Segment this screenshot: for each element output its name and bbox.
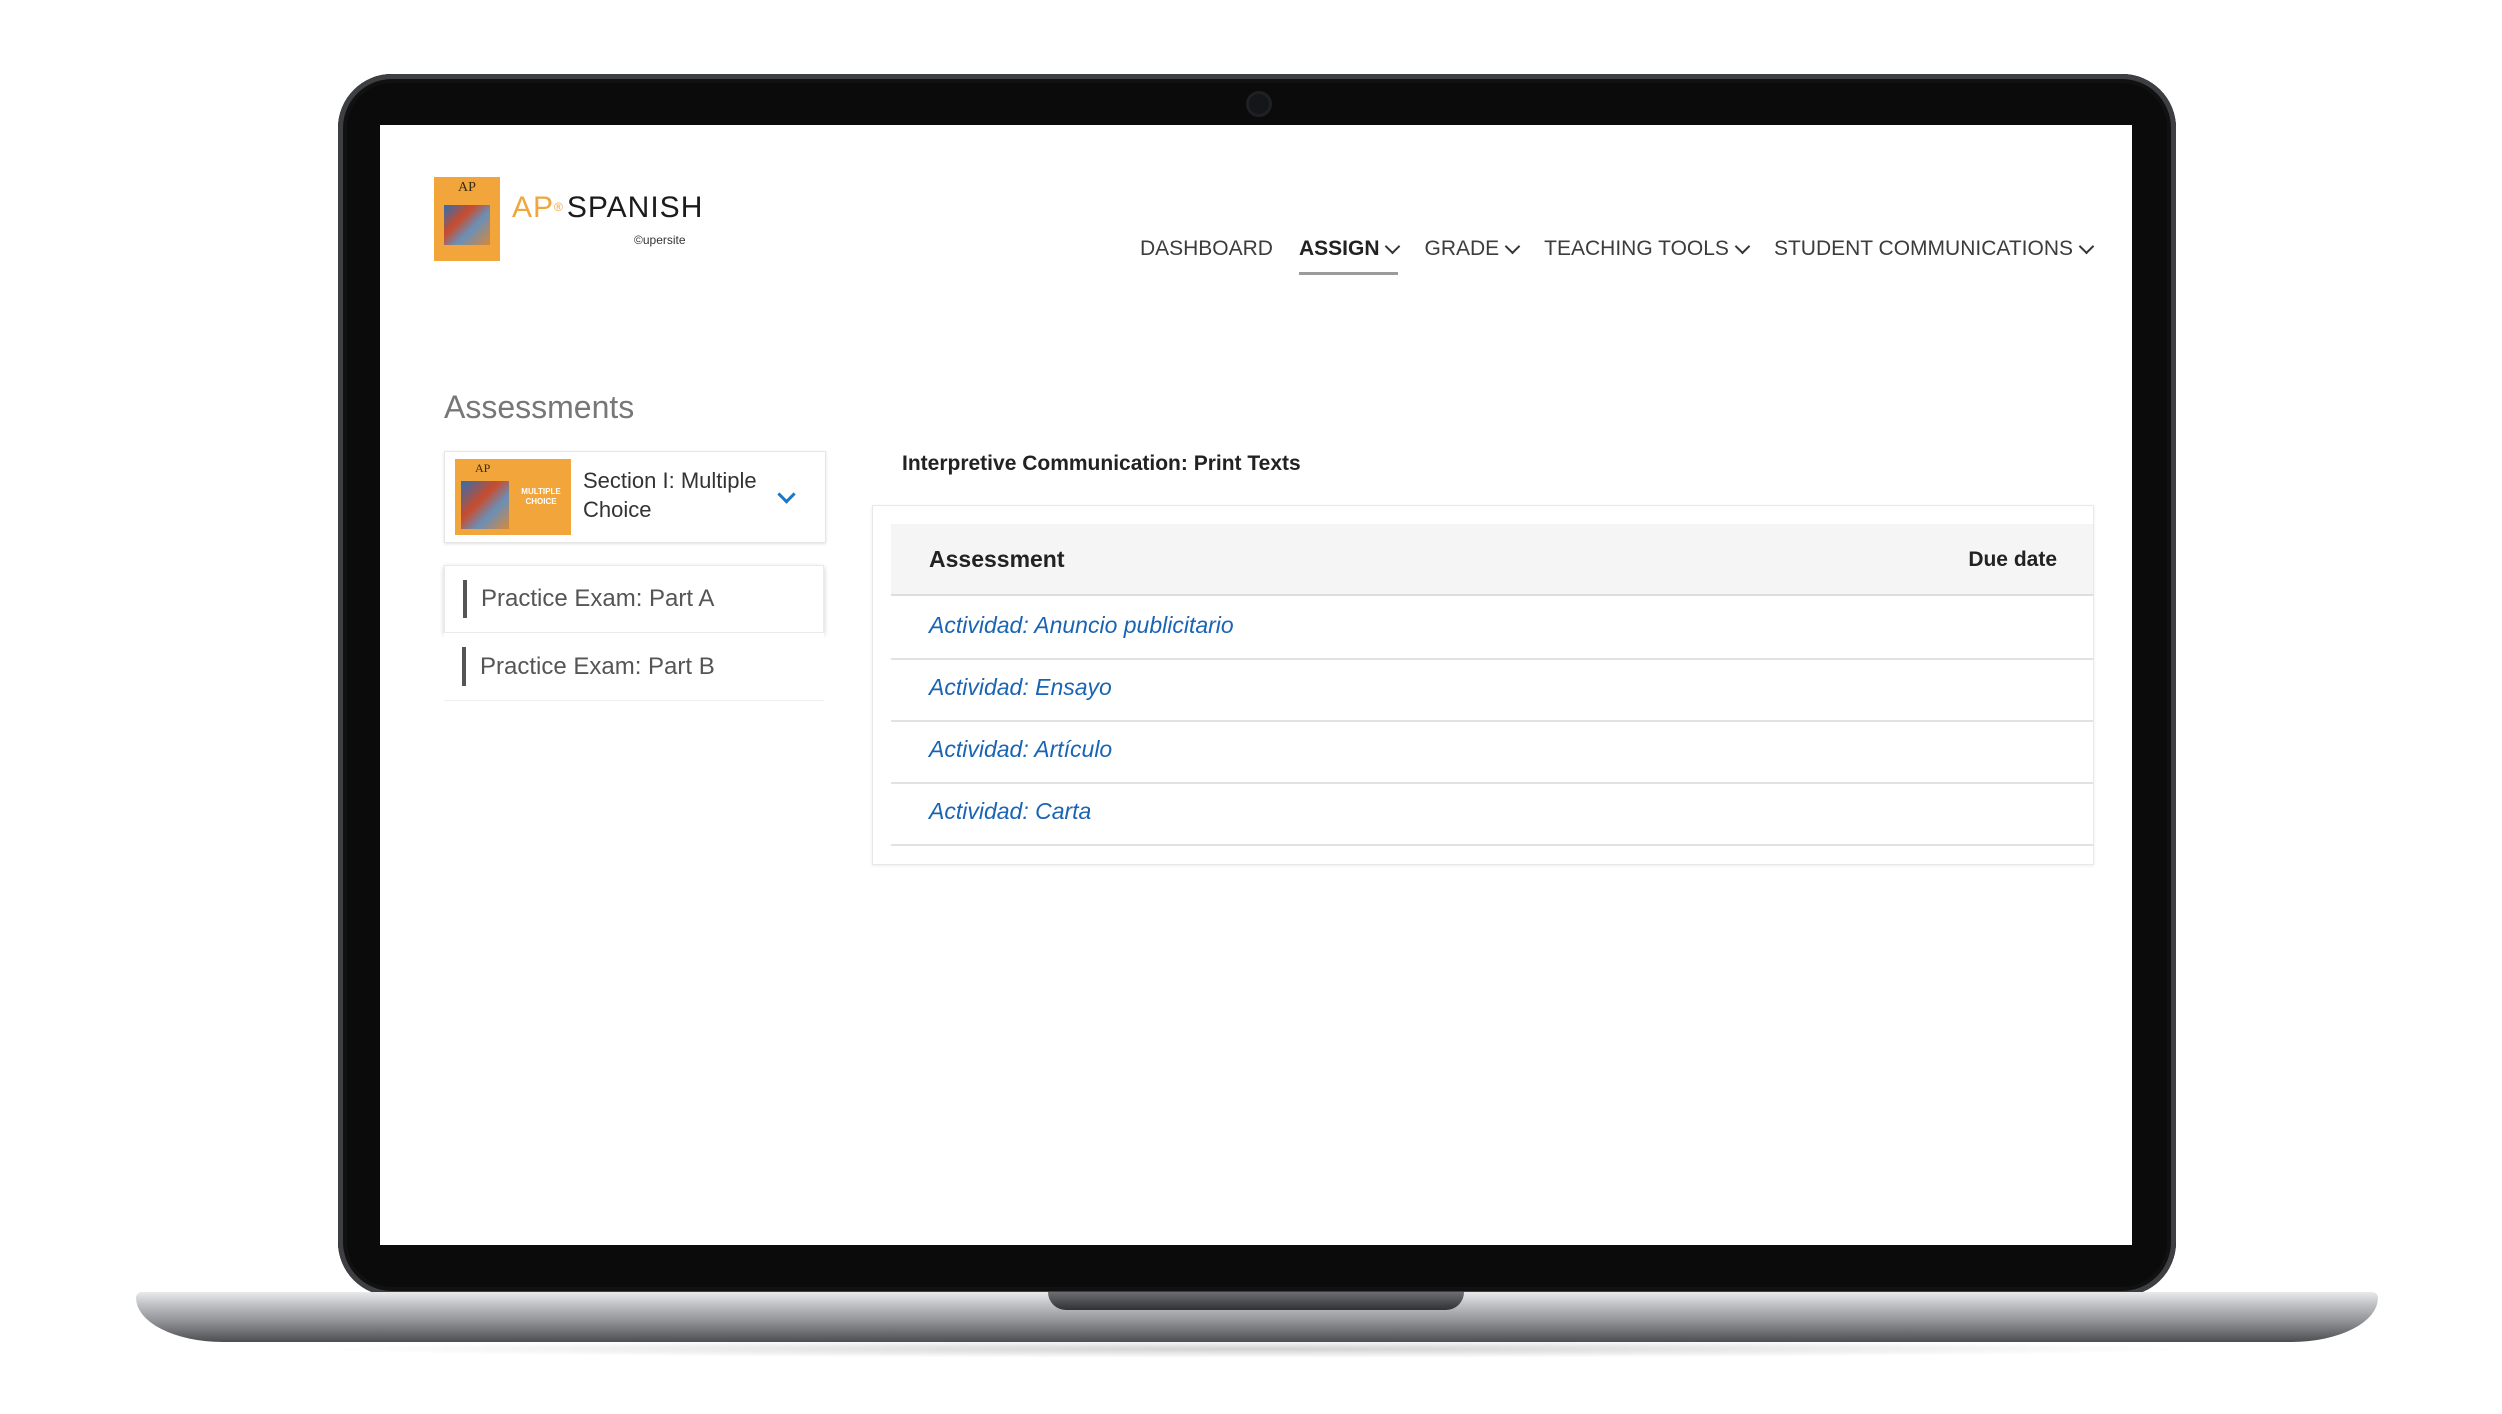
assessment-link[interactable]: Actividad: Artículo (929, 736, 1112, 763)
column-header-due-date[interactable]: Due date (1968, 548, 2057, 572)
table-row: Actividad: Artículo (891, 720, 2093, 784)
assessment-link[interactable]: Actividad: Ensayo (929, 674, 1112, 701)
assessment-table: Assessment Due date Actividad: Anuncio p… (872, 505, 2094, 865)
section-label: Section I: Multiple Choice (583, 468, 757, 522)
laptop-shadow (300, 1340, 2214, 1358)
assessment-link[interactable]: Actividad: Anuncio publicitario (929, 612, 1234, 639)
section-dropdown[interactable]: AP MULTIPLE CHOICE Section I: Multiple C… (444, 451, 826, 543)
nav-dashboard[interactable]: DASHBOARD (1140, 237, 1273, 275)
nav-assign[interactable]: ASSIGN (1298, 237, 1401, 275)
chevron-down-icon (1385, 238, 1401, 254)
brand-registered: ® (554, 199, 563, 214)
sidebar-item-practice-exam-part-a[interactable]: Practice Exam: Part A (444, 565, 824, 633)
chevron-down-icon (1504, 238, 1521, 254)
chevron-down-icon (2078, 238, 2095, 254)
chevron-down-icon (777, 485, 796, 504)
nav-teaching-tools[interactable]: TEACHING TOOLS (1544, 237, 1751, 275)
assessment-link[interactable]: Actividad: Carta (929, 798, 1091, 825)
chevron-down-icon (1734, 238, 1751, 254)
laptop-notch (1048, 1292, 1464, 1310)
table-row: Actividad: Anuncio publicitario (891, 596, 2093, 660)
nav-grade[interactable]: GRADE (1424, 237, 1521, 275)
page-title: Assessments (444, 389, 635, 425)
sidebar-item-practice-exam-part-b[interactable]: Practice Exam: Part B (444, 633, 824, 701)
book-cover-icon: AP (434, 177, 500, 261)
brand-name: SPANISH (566, 191, 704, 224)
main-nav: DASHBOARD ASSIGN GRADE TEACHING TOOLS ST… (1114, 237, 2095, 275)
supersite-label: ©upersite (634, 233, 686, 247)
column-header-assessment[interactable]: Assessment (929, 546, 1065, 573)
brand-ap: AP (512, 191, 555, 224)
app-screen: AP AP® SPANISH ©upersite DASHBOARD ASSIGN… (380, 125, 2132, 1245)
table-header: Assessment Due date (891, 524, 2093, 596)
table-row: Actividad: Carta (891, 782, 2093, 846)
nav-student-communications[interactable]: STUDENT COMMUNICATIONS (1774, 237, 2095, 275)
webcam (1246, 91, 1272, 117)
brand-wordmark: AP® SPANISH (512, 191, 703, 225)
content-heading: Interpretive Communication: Print Texts (902, 452, 1301, 475)
table-row: Actividad: Ensayo (891, 658, 2093, 722)
section-thumbnail: AP MULTIPLE CHOICE (455, 459, 571, 535)
